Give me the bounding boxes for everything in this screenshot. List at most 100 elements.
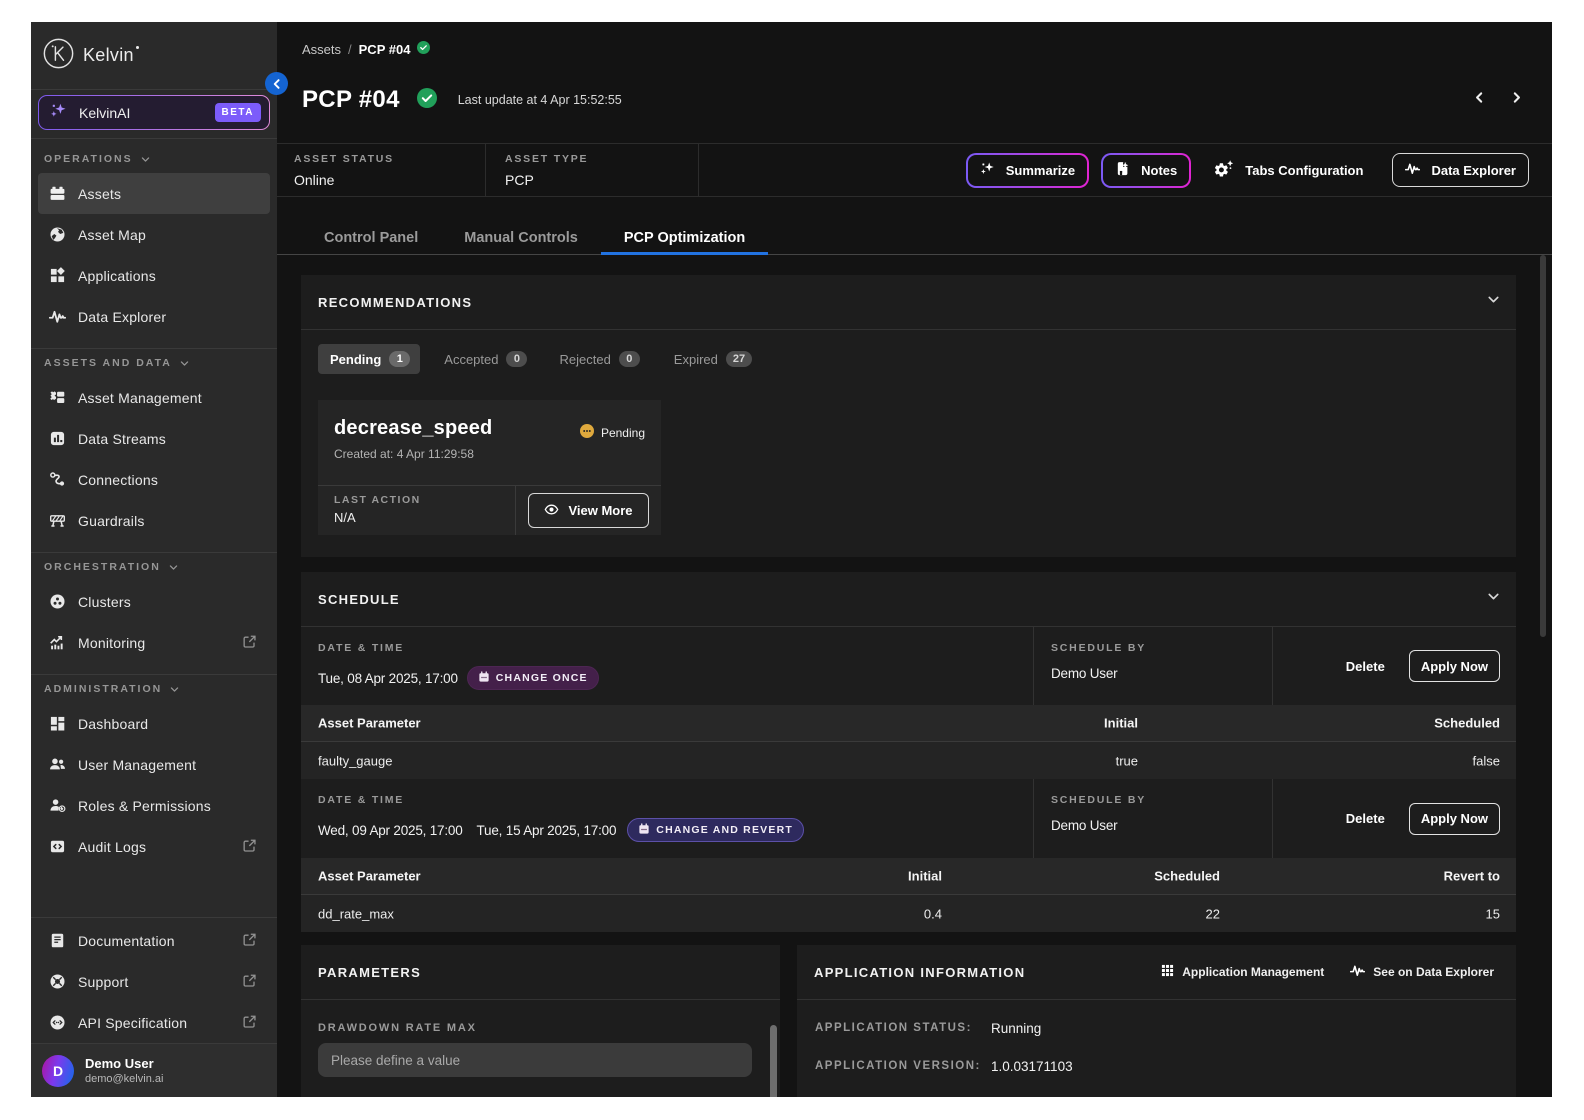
cell-scheduled: false bbox=[1473, 753, 1500, 768]
sidebar-item-asset-management[interactable]: Asset Management bbox=[38, 377, 270, 418]
filter-pending[interactable]: Pending 1 bbox=[318, 344, 420, 374]
schedule-by-value: Demo User bbox=[1051, 818, 1272, 833]
tabs-configuration-button[interactable]: Tabs Configuration bbox=[1214, 155, 1363, 186]
schedule-table-row: dd_rate_max 0.4 22 15 bbox=[301, 894, 1516, 932]
guardrails-icon bbox=[48, 512, 66, 530]
external-link-icon bbox=[242, 634, 257, 652]
cell-revert-to: 15 bbox=[1486, 906, 1500, 921]
asset-map-icon bbox=[48, 226, 66, 244]
section-operations[interactable]: OPERATIONS bbox=[31, 145, 277, 173]
user-menu[interactable]: D Demo User demo@kelvin.ai bbox=[31, 1043, 277, 1097]
apply-now-button[interactable]: Apply Now bbox=[1409, 803, 1500, 835]
schedule-panel: SCHEDULE DATE & TIME Tue, 08 Apr 2025, 1… bbox=[301, 572, 1516, 929]
filter-accepted[interactable]: Accepted 0 bbox=[444, 344, 527, 374]
change-and-revert-badge: CHANGE AND REVERT bbox=[627, 818, 804, 842]
sidebar-item-api-specification[interactable]: API Specification bbox=[38, 1002, 270, 1043]
calendar-icon bbox=[638, 823, 650, 838]
tab-pcp-optimization[interactable]: PCP Optimization bbox=[601, 197, 768, 254]
vertical-scrollbar[interactable] bbox=[1540, 255, 1546, 637]
life-buoy-icon bbox=[48, 973, 66, 991]
waveform-icon bbox=[48, 308, 66, 326]
prev-asset-button[interactable] bbox=[1472, 90, 1487, 110]
panel-scrollbar[interactable] bbox=[770, 1025, 777, 1097]
sidebar-item-dashboard[interactable]: Dashboard bbox=[38, 703, 270, 744]
sidebar-item-guardrails[interactable]: Guardrails bbox=[38, 500, 270, 541]
next-asset-button[interactable] bbox=[1509, 90, 1524, 110]
sidebar-item-roles-permissions[interactable]: Roles & Permissions bbox=[38, 785, 270, 826]
see-on-data-explorer-link[interactable]: See on Data Explorer bbox=[1350, 963, 1494, 981]
sparkles-icon bbox=[50, 102, 67, 124]
sidebar-item-documentation[interactable]: Documentation bbox=[38, 920, 270, 961]
sidebar-item-applications[interactable]: Applications bbox=[38, 255, 270, 296]
filter-rejected[interactable]: Rejected 0 bbox=[559, 344, 639, 374]
parameters-panel: PARAMETERS DRAWDOWN RATE MAX Please defi… bbox=[301, 945, 780, 1097]
count-badge: 27 bbox=[726, 351, 752, 367]
sidebar-item-assets[interactable]: Assets bbox=[38, 173, 270, 214]
sidebar-item-monitoring[interactable]: Monitoring bbox=[38, 622, 270, 663]
application-information-title: APPLICATION INFORMATION bbox=[814, 965, 1025, 980]
delete-button[interactable]: Delete bbox=[1346, 659, 1385, 674]
sidebar-item-connections[interactable]: Connections bbox=[38, 459, 270, 500]
schedule-by-value: Demo User bbox=[1051, 666, 1272, 681]
sidebar-item-clusters[interactable]: Clusters bbox=[38, 581, 270, 622]
tab-control-panel[interactable]: Control Panel bbox=[301, 197, 441, 254]
tab-manual-controls[interactable]: Manual Controls bbox=[441, 197, 601, 254]
breadcrumb: Assets / PCP #04 bbox=[302, 41, 430, 57]
count-badge: 0 bbox=[619, 351, 640, 367]
sidebar-collapse-button[interactable] bbox=[265, 72, 288, 95]
section-orchestration[interactable]: ORCHESTRATION bbox=[31, 553, 277, 581]
chevron-down-icon[interactable] bbox=[1486, 292, 1501, 312]
recommendations-title: RECOMMENDATIONS bbox=[318, 295, 472, 310]
breadcrumb-current: PCP #04 bbox=[359, 42, 411, 57]
applications-icon bbox=[48, 267, 66, 285]
parameter-input[interactable]: Please define a value bbox=[318, 1043, 752, 1077]
data-explorer-button[interactable]: Data Explorer bbox=[1392, 153, 1529, 187]
application-version-value: 1.0.03171103 bbox=[991, 1059, 1073, 1074]
breadcrumb-parent[interactable]: Assets bbox=[302, 42, 341, 57]
gear-sparkle-icon bbox=[1214, 160, 1234, 181]
delete-button[interactable]: Delete bbox=[1346, 811, 1385, 826]
last-action-label: LAST ACTION bbox=[334, 494, 515, 506]
connections-icon bbox=[48, 471, 66, 489]
sidebar-item-asset-map[interactable]: Asset Map bbox=[38, 214, 270, 255]
section-assets-and-data[interactable]: ASSETS AND DATA bbox=[31, 349, 277, 377]
recommendation-card[interactable]: decrease_speed Created at: 4 Apr 11:29:5… bbox=[318, 400, 661, 535]
section-administration[interactable]: ADMINISTRATION bbox=[31, 675, 277, 703]
chevron-down-icon[interactable] bbox=[1486, 589, 1501, 609]
app-window: Kelvin KelvinAI BETA OPERATIONS Assets bbox=[31, 22, 1552, 1097]
sidebar-item-audit-logs[interactable]: Audit Logs bbox=[38, 826, 270, 867]
calendar-icon bbox=[478, 671, 490, 686]
eye-icon bbox=[544, 502, 559, 520]
schedule-revert-date: Tue, 15 Apr 2025, 17:00 bbox=[477, 823, 617, 838]
kelvinai-button[interactable]: KelvinAI BETA bbox=[38, 95, 270, 130]
change-once-badge: CHANGE ONCE bbox=[467, 666, 599, 690]
vertical-divider bbox=[698, 144, 699, 196]
apply-now-button[interactable]: Apply Now bbox=[1409, 650, 1500, 682]
sidebar-item-data-streams[interactable]: Data Streams bbox=[38, 418, 270, 459]
application-status-label: APPLICATION STATUS: bbox=[815, 1022, 991, 1034]
parameter-field-label: DRAWDOWN RATE MAX bbox=[318, 1022, 752, 1034]
beta-badge: BETA bbox=[215, 103, 261, 122]
filter-expired[interactable]: Expired 27 bbox=[674, 344, 752, 374]
clusters-icon bbox=[48, 593, 66, 611]
summarize-button[interactable]: Summarize bbox=[968, 155, 1087, 186]
cell-asset-parameter: dd_rate_max bbox=[318, 906, 394, 921]
data-streams-icon bbox=[48, 430, 66, 448]
schedule-date: Tue, 08 Apr 2025, 17:00 bbox=[318, 671, 458, 686]
view-more-button[interactable]: View More bbox=[528, 493, 648, 528]
sidebar-item-data-explorer[interactable]: Data Explorer bbox=[38, 296, 270, 337]
sidebar-item-support[interactable]: Support bbox=[38, 961, 270, 1002]
recommendation-status: Pending bbox=[601, 426, 645, 440]
avatar: D bbox=[42, 1055, 74, 1087]
date-time-label: DATE & TIME bbox=[318, 642, 1033, 654]
col-asset-parameter: Asset Parameter bbox=[318, 869, 421, 884]
notes-button[interactable]: Notes bbox=[1103, 155, 1189, 186]
col-scheduled: Scheduled bbox=[1434, 716, 1500, 731]
assets-icon bbox=[48, 185, 66, 203]
sidebar-item-user-management[interactable]: User Management bbox=[38, 744, 270, 785]
count-badge: 1 bbox=[389, 351, 410, 367]
kelvin-logo-icon bbox=[43, 38, 74, 74]
cell-scheduled: 22 bbox=[1206, 906, 1220, 921]
sparkles-icon bbox=[980, 161, 995, 179]
application-management-link[interactable]: Application Management bbox=[1161, 964, 1324, 980]
